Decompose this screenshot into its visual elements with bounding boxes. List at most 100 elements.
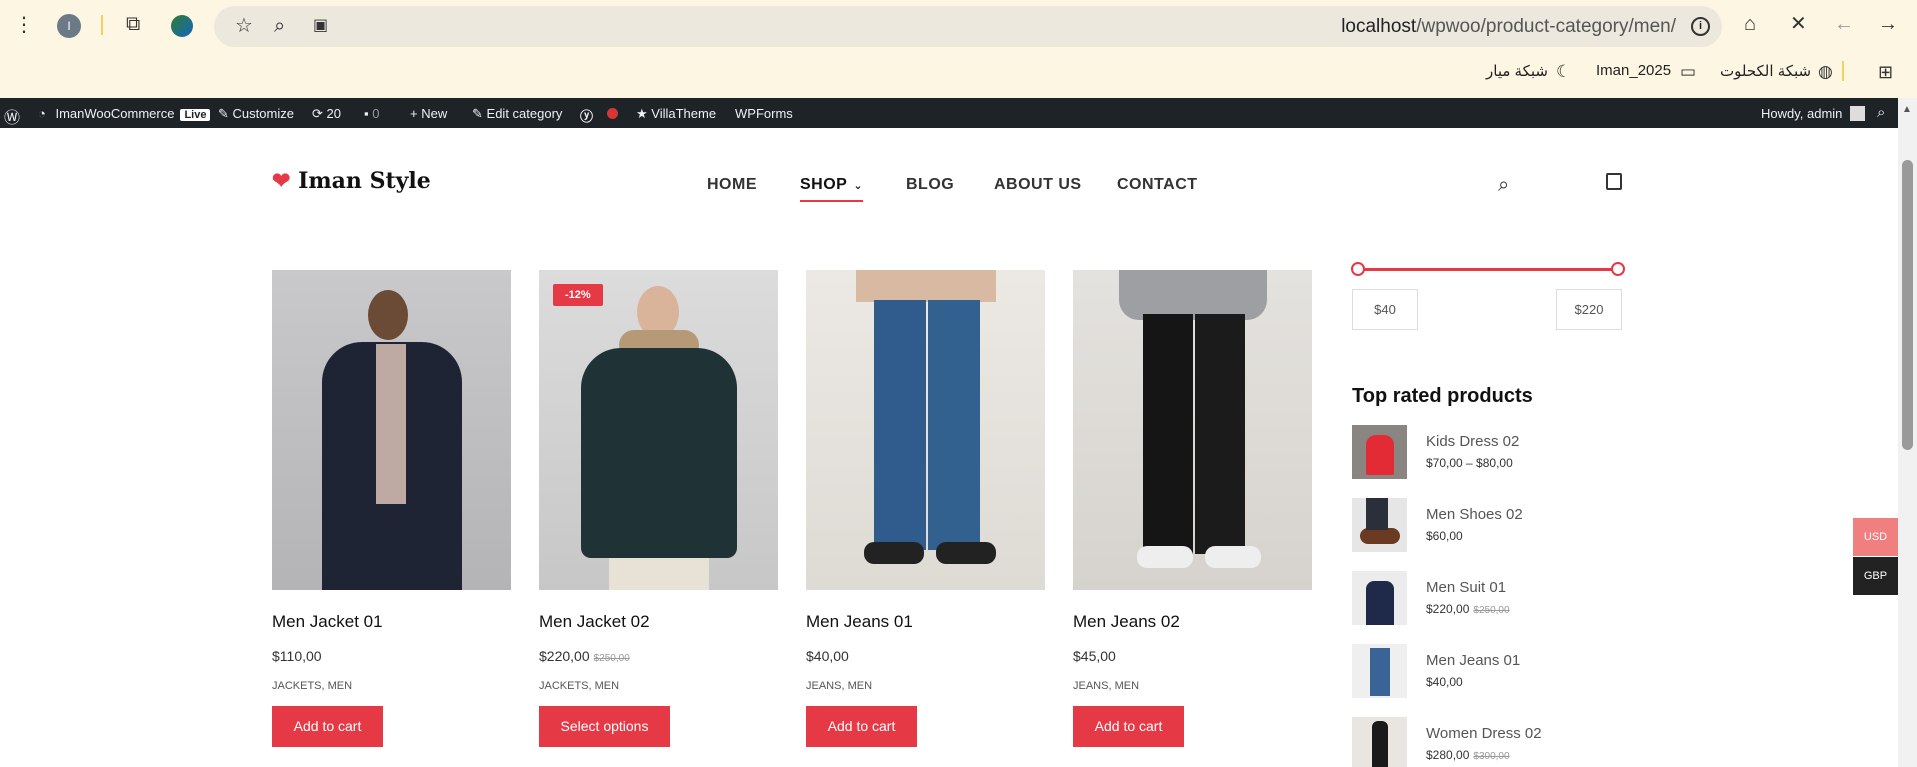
product-thumbnail[interactable] [1352,425,1407,479]
bookmark-star-icon[interactable]: ☆ [235,16,253,36]
currency-usd[interactable]: USD [1853,518,1898,556]
admin-avatar [1850,106,1866,121]
sweater-shape [1119,270,1267,320]
price-slider-max-handle[interactable] [1611,262,1625,276]
product-thumbnail[interactable] [1352,571,1407,625]
add-to-cart-button[interactable]: Add to cart [806,706,917,747]
customize-link[interactable]: ✎ Customize [218,106,294,122]
scroll-up-icon[interactable]: ▲ [1902,104,1912,115]
product-card[interactable] [1073,270,1312,590]
browser-chrome: ⋮ I ⧉ ☆ ⌕ ▣ localhost/wpwoo/product-cate… [0,0,1917,98]
product-image[interactable] [272,270,511,590]
nav-home[interactable]: HOME [707,176,757,194]
search-icon[interactable]: ⌕ [1498,174,1509,197]
comments-link[interactable]: ▪ 0 [364,106,379,121]
yoast-icon[interactable]: ⓨ [580,106,593,125]
site-name-link[interactable]: ◔ ImanWooCommerce Live [38,106,211,121]
bookmark-mayar[interactable]: شبكة ميار [1486,62,1548,80]
new-link[interactable]: + New [410,106,447,121]
edit-category-label: Edit category [486,106,563,121]
product-price: $45,00 [1073,648,1116,664]
account-link[interactable]: Howdy, admin [1761,106,1866,121]
extension-globe-icon[interactable] [171,15,193,37]
top-rated-name[interactable]: Women Dress 02 [1426,725,1542,742]
product-categories[interactable]: JEANS, MEN [806,680,872,692]
trousers-right [1195,314,1245,554]
price-min-field[interactable]: $40 [1352,289,1418,330]
nav-shop[interactable]: SHOP ⌄ [800,176,864,202]
top-rated-item[interactable]: Women Dress 02 $280,00 $300,00 [1352,717,1612,767]
apps-grid-icon[interactable]: ⊞ [1878,62,1893,82]
price-slider-min-handle[interactable] [1351,262,1365,276]
wpforms-link[interactable]: WPForms [735,106,793,121]
top-rated-name[interactable]: Men Suit 01 [1426,579,1506,596]
add-to-cart-button[interactable]: Add to cart [1073,706,1184,747]
product-card[interactable] [806,270,1045,590]
product-thumbnail[interactable] [1352,498,1407,552]
product-name[interactable]: Men Jacket 01 [272,612,383,632]
menu-dots-icon[interactable]: ⋮ [14,15,34,35]
trouser-shape [1366,498,1388,530]
profile-avatar[interactable]: I [57,14,81,38]
dress-shape [1372,721,1388,767]
product-card[interactable] [272,270,511,590]
product-thumbnail[interactable] [1352,717,1407,767]
home-icon[interactable]: ⌂ [1744,14,1756,34]
jeans-right [928,300,980,550]
forward-arrow-icon[interactable]: → [1878,14,1898,34]
top-rated-item[interactable]: Kids Dress 02 $70,00 – $80,00 [1352,425,1612,481]
url-path: /wpwoo/product-category/men/ [1416,16,1676,37]
product-name[interactable]: Men Jeans 01 [806,612,913,632]
villatheme-link[interactable]: ★ VillaTheme [636,106,716,122]
back-arrow-icon[interactable]: ← [1834,14,1854,34]
zoom-icon[interactable]: ⌕ [274,16,285,36]
product-image[interactable] [806,270,1045,590]
product-categories[interactable]: JACKETS, MEN [272,680,352,692]
cart-icon[interactable] [1606,173,1622,190]
trousers-left [1143,314,1193,554]
add-to-cart-button[interactable]: Add to cart [272,706,383,747]
price-value: $220,00 [539,648,590,664]
url-text[interactable]: localhost/wpwoo/product-category/men/ [1341,16,1676,38]
search-icon[interactable]: ⌕ [1877,104,1885,121]
nav-contact[interactable]: CONTACT [1117,176,1198,194]
bookmark-kahlout[interactable]: شبكة الكحلوت [1720,62,1811,80]
price-value: $110,00 [272,648,322,664]
select-options-button[interactable]: Select options [539,706,670,747]
nav-blog[interactable]: BLOG [906,176,954,194]
product-image[interactable] [1073,270,1312,590]
product-thumbnail[interactable] [1352,644,1407,698]
top-rated-name[interactable]: Men Shoes 02 [1426,506,1523,523]
wordpress-logo-icon[interactable]: Ⓦ [4,104,20,128]
scrollbar-thumb[interactable] [1902,160,1913,450]
site-info-icon[interactable]: i [1691,17,1710,36]
product-image[interactable]: -12% [539,270,778,590]
price-max-field[interactable]: $220 [1556,289,1622,330]
product-name[interactable]: Men Jeans 02 [1073,612,1180,632]
bookmark-iman-2025[interactable]: Iman_2025 [1596,62,1671,79]
product-name[interactable]: Men Jacket 02 [539,612,650,632]
top-rated-item[interactable]: Men Suit 01 $220,00 $250,00 [1352,571,1612,627]
translate-icon[interactable]: ▣ [313,16,328,36]
product-price: $110,00 [272,648,322,664]
close-icon[interactable]: ✕ [1790,14,1807,34]
address-bar[interactable]: ☆ ⌕ ▣ localhost/wpwoo/product-category/m… [214,6,1722,47]
product-card[interactable]: -12% [539,270,778,590]
product-categories[interactable]: JACKETS, MEN [539,680,619,692]
price-value: $40,00 [806,648,849,664]
updates-link[interactable]: ⟳ 20 [312,106,341,122]
wp-admin-bar: Ⓦ ◔ ImanWooCommerce Live ✎ Customize ⟳ 20… [0,98,1917,128]
nav-about-us[interactable]: ABOUT US [994,176,1082,194]
top-rated-item[interactable]: Men Jeans 01 $40,00 [1352,644,1612,700]
extensions-icon[interactable]: ⧉ [126,14,140,34]
price-slider-track[interactable] [1356,268,1618,271]
site-logo[interactable]: ❤ Iman Style [272,168,431,194]
top-rated-name[interactable]: Kids Dress 02 [1426,433,1519,450]
page-scrollbar[interactable]: ▲ [1898,98,1917,767]
edit-category-link[interactable]: ✎ Edit category [472,106,562,122]
globe-icon: ◍ [1818,62,1833,81]
top-rated-name[interactable]: Men Jeans 01 [1426,652,1520,669]
currency-gbp[interactable]: GBP [1853,557,1898,595]
top-rated-item[interactable]: Men Shoes 02 $60,00 [1352,498,1612,554]
product-categories[interactable]: JEANS, MEN [1073,680,1139,692]
